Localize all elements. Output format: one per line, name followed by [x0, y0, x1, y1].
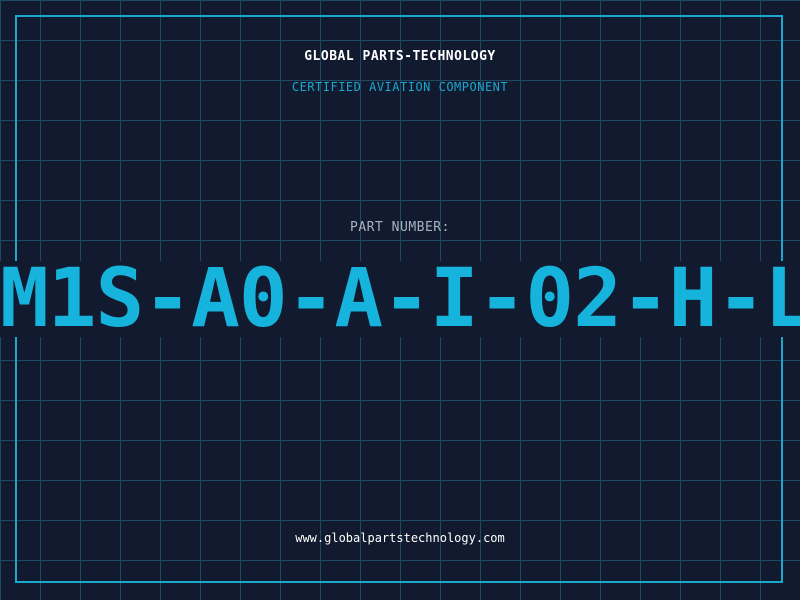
part-number-band: M1S-A0-A-I-02-H-L- [0, 261, 800, 337]
part-number-label: PART NUMBER: [350, 220, 450, 235]
website-url: www.globalpartstechnology.com [295, 531, 505, 545]
part-number-value: M1S-A0-A-I-02-H-L- [0, 261, 800, 337]
tagline: CERTIFIED AVIATION COMPONENT [291, 80, 509, 94]
company-name: GLOBAL PARTS-TECHNOLOGY [304, 49, 496, 64]
